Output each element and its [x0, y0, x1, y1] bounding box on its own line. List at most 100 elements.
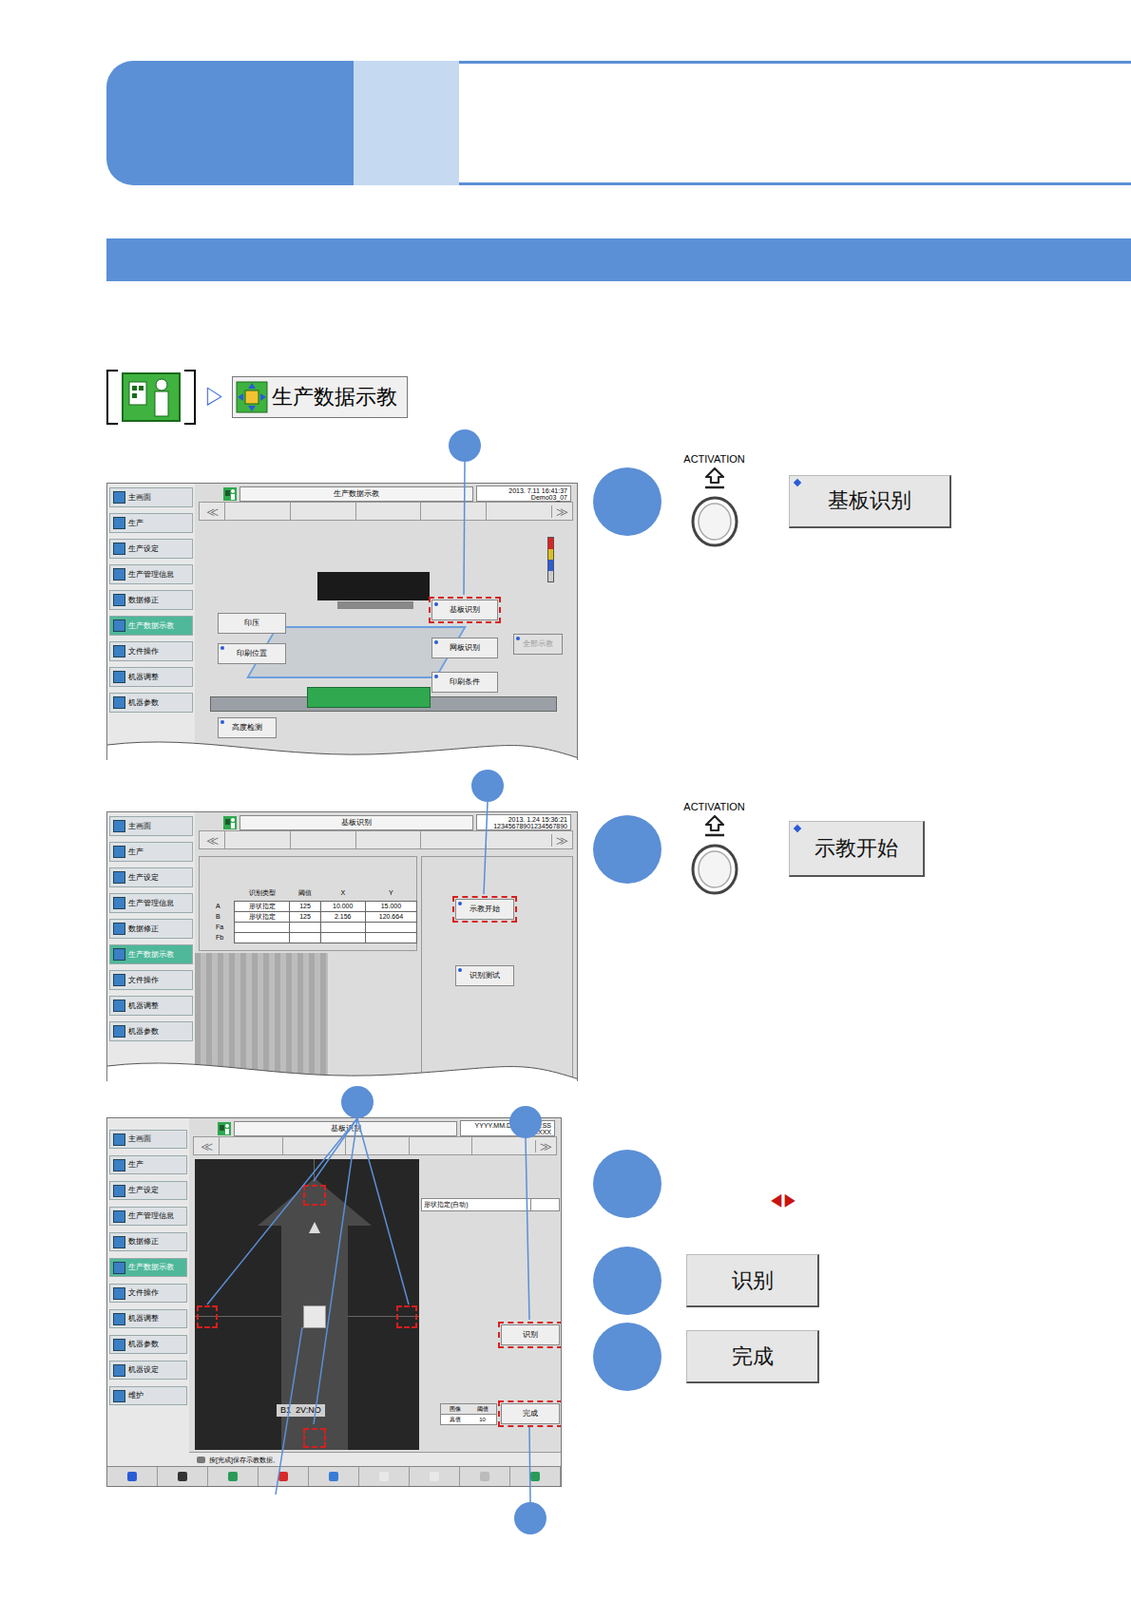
- sidebar-item[interactable]: 文件操作: [109, 1284, 188, 1304]
- nav-slot[interactable]: [471, 1137, 536, 1155]
- nav-slot[interactable]: [224, 502, 290, 520]
- sidebar-item[interactable]: 生产管理信息: [109, 564, 193, 585]
- toolbar-slot[interactable]: [460, 1467, 511, 1487]
- cut-edge: [107, 722, 578, 761]
- nav-slot[interactable]: [420, 831, 486, 849]
- screen-button[interactable]: 全部示教: [513, 633, 563, 655]
- sidebar-item[interactable]: 主画面: [109, 816, 193, 837]
- sidebar-item[interactable]: 生产数据示教: [109, 615, 193, 636]
- screen-button[interactable]: 印刷条件: [431, 671, 499, 693]
- screen-button[interactable]: 完成: [500, 1403, 560, 1425]
- toolbar-slot[interactable]: [359, 1467, 410, 1487]
- toolbar-slot[interactable]: [208, 1467, 259, 1487]
- step-button[interactable]: 完成: [686, 1330, 820, 1384]
- screen-button[interactable]: 印压: [217, 613, 287, 634]
- table-row: B形状指定1252.156120.664: [215, 911, 418, 922]
- nav-slot[interactable]: [282, 1137, 346, 1155]
- sidebar-item[interactable]: 机器参数: [109, 692, 193, 713]
- main-area: 基板识别2013. 1.24 15:36:2112345678901234567…: [194, 812, 577, 1082]
- screen-button[interactable]: 识别测试: [455, 965, 515, 987]
- sidebar-item[interactable]: 生产设定: [109, 867, 193, 888]
- nav-prev[interactable]: ≪: [193, 1140, 219, 1153]
- screen-button[interactable]: 示教开始: [455, 899, 515, 921]
- nav-slot[interactable]: [224, 831, 290, 849]
- preview-area: [194, 953, 328, 1082]
- sidebar-item[interactable]: 机器设定: [109, 1361, 188, 1381]
- toolbar-slot[interactable]: [409, 1467, 461, 1487]
- nav-slot[interactable]: [355, 502, 422, 520]
- sidebar-label: 生产数据示教: [128, 1264, 174, 1272]
- toolbar-slot[interactable]: [308, 1467, 360, 1487]
- nav-prev[interactable]: ≪: [199, 834, 225, 847]
- step-button[interactable]: 基板识别: [788, 475, 952, 529]
- screen-button[interactable]: 识别: [500, 1324, 560, 1346]
- button-wrap: 基板识别: [788, 475, 952, 529]
- screen-button[interactable]: 印刷位置: [217, 643, 287, 665]
- step-button[interactable]: 识别: [686, 1254, 820, 1308]
- message-bar: 按[完成]保存示教数据。: [189, 1452, 562, 1467]
- screen-button[interactable]: 基板识别: [431, 599, 499, 621]
- table-row: Fa: [215, 921, 418, 933]
- sidebar-item[interactable]: 生产数据示教: [109, 944, 193, 965]
- sidebar-item[interactable]: 机器调整: [109, 667, 193, 688]
- step-section: 主画面生产生产设定生产管理信息数据修正生产数据示教文件操作机器调整机器参数 生产数…: [106, 439, 1131, 764]
- activation-key: ACTIVATION: [678, 454, 750, 549]
- nav-next[interactable]: ≫: [551, 834, 573, 847]
- title-bar: 生产数据示教2013. 7.11 16:41:37Demo03_07: [194, 483, 577, 502]
- sidebar-item[interactable]: 生产设定: [109, 538, 193, 559]
- nav-slot[interactable]: [355, 831, 422, 849]
- nav-slot[interactable]: [289, 831, 356, 849]
- model-name: 12345678901234567890: [493, 823, 568, 830]
- toolbar-slot[interactable]: [258, 1467, 309, 1487]
- bracket-right: [184, 369, 196, 425]
- nav-slot[interactable]: [408, 1137, 473, 1155]
- sidebar-item[interactable]: 机器参数: [109, 1335, 188, 1355]
- sidebar-item[interactable]: 生产: [109, 513, 193, 534]
- nav-prev[interactable]: ≪: [199, 505, 225, 518]
- left-right-arrows: ◀▶: [767, 1193, 797, 1210]
- sidebar-item[interactable]: 生产: [109, 1155, 188, 1175]
- section-bar: [106, 238, 1131, 282]
- sidebar-label: 生产设定: [128, 545, 159, 554]
- manual-page: ▷生产数据示教主画面生产生产设定生产管理信息数据修正生产数据示教文件操作机器调整…: [0, 0, 1131, 1600]
- sidebar-label: 文件操作: [128, 648, 159, 656]
- nav-slot[interactable]: [485, 831, 552, 849]
- screen-button[interactable]: 网板识别: [431, 637, 499, 659]
- sidebar-item[interactable]: 机器参数: [109, 1021, 193, 1042]
- sidebar-item[interactable]: 文件操作: [109, 970, 193, 991]
- sidebar-item[interactable]: 数据修正: [109, 590, 193, 611]
- camera-label: B1 2V:NO: [276, 1404, 326, 1418]
- sidebar-item[interactable]: 数据修正: [109, 919, 193, 940]
- nav-slot[interactable]: [420, 502, 486, 520]
- step-button[interactable]: 示教开始: [788, 821, 925, 878]
- teaching-mode-icon[interactable]: [121, 372, 181, 422]
- nav-slot[interactable]: [218, 1137, 283, 1155]
- nav-slot[interactable]: [345, 1137, 409, 1155]
- toolbar-slot[interactable]: [107, 1467, 158, 1487]
- sidebar-item[interactable]: 生产: [109, 842, 193, 863]
- nav-slot[interactable]: [485, 502, 552, 520]
- main-area: 基板识别YYYY.MM.DD HH:MM:SSXXXXXXXX≪≫B1 2V:N…: [189, 1118, 561, 1467]
- highlight-box: [452, 896, 518, 923]
- sidebar-item[interactable]: 维护: [109, 1386, 188, 1406]
- sidebar-item[interactable]: 生产管理信息: [109, 1207, 188, 1227]
- sidebar-item[interactable]: 主画面: [109, 487, 193, 508]
- screen-button[interactable]: 高度检测: [217, 717, 277, 739]
- screenshot: 主画面生产生产设定生产管理信息数据修正生产数据示教文件操作机器调整机器参数机器设…: [106, 1117, 562, 1488]
- sidebar-item[interactable]: 机器调整: [109, 996, 193, 1016]
- sidebar-item[interactable]: 机器调整: [109, 1309, 188, 1329]
- sidebar-item[interactable]: 生产数据示教: [109, 1258, 188, 1278]
- nav-next[interactable]: ≫: [551, 505, 573, 518]
- sidebar-item[interactable]: 生产设定: [109, 1181, 188, 1201]
- toolbar-slot[interactable]: [510, 1467, 561, 1487]
- menu-button[interactable]: 生产数据示教: [231, 376, 408, 419]
- sidebar-item[interactable]: 主画面: [109, 1130, 188, 1150]
- menu-icon: [113, 1390, 126, 1403]
- sidebar-item[interactable]: 生产管理信息: [109, 893, 193, 914]
- toolbar-slot[interactable]: [157, 1467, 209, 1487]
- sidebar-item[interactable]: 数据修正: [109, 1232, 188, 1252]
- sidebar-item[interactable]: 文件操作: [109, 641, 193, 662]
- nav-next[interactable]: ≫: [535, 1140, 556, 1153]
- step-section: 主画面生产生产设定生产管理信息数据修正生产数据示教文件操作机器调整机器参数机器设…: [106, 1117, 1131, 1488]
- nav-slot[interactable]: [289, 502, 356, 520]
